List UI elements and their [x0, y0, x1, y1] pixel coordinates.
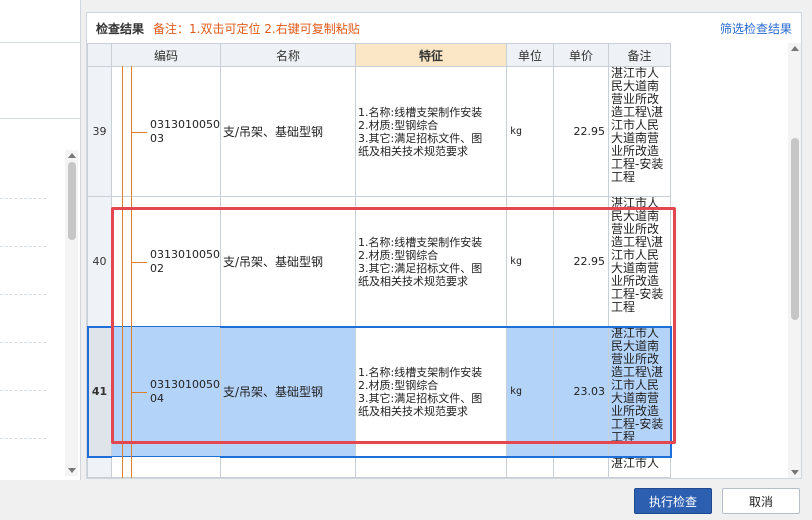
- name-cell[interactable]: 支/吊架、基础型钢: [220, 326, 356, 457]
- remark-cell[interactable]: 湛江市人民大道南营业所改造工程\湛江市人民大道南营业所改造工程-安装工程: [608, 326, 671, 457]
- feature-line: 2.材质:型钢综合: [358, 248, 439, 262]
- divider: [0, 342, 46, 344]
- tree-line: [131, 456, 132, 478]
- filter-results-link[interactable]: 筛选检查结果: [720, 20, 792, 37]
- feature-cell[interactable]: 1.名称:线槽支架制作安装 2.材质:型钢综合 3.其它:满足招标文件、图 纸及…: [355, 196, 507, 327]
- column-header-rownum: [87, 43, 112, 67]
- execute-check-button[interactable]: 执行检查: [634, 488, 712, 514]
- left-panel-header: [0, 0, 80, 43]
- column-header-name[interactable]: 名称: [220, 43, 356, 67]
- divider: [0, 246, 46, 248]
- feature-cell[interactable]: [355, 456, 507, 478]
- feature-line: 纸及相关技术规范要求: [358, 404, 468, 418]
- code-text: 0313010050 04: [150, 378, 220, 406]
- table-row[interactable]: 39 0313010050 03 支/吊架、基础型钢 1.名称:线槽支架制作安装: [87, 66, 671, 197]
- divider: [0, 438, 46, 440]
- tree-line: [122, 326, 123, 457]
- feature-line: 3.其它:满足招标文件、图: [358, 391, 483, 405]
- scrollbar-thumb[interactable]: [68, 162, 76, 240]
- column-header-remark[interactable]: 备注: [608, 43, 671, 67]
- panel-title: 检查结果: [96, 22, 145, 36]
- remark-cell[interactable]: 湛江市人民大道南营业所改造工程\湛江市人民大道南营业所改造工程-安装工程: [608, 66, 671, 197]
- results-grid: 编码 名称 特征 单位 单价 备注 39 0313010050 03 支/吊架、…: [87, 43, 787, 478]
- scrollbar-thumb[interactable]: [791, 138, 799, 320]
- unit-cell[interactable]: kg: [506, 196, 554, 327]
- table-row[interactable]: 湛江市人: [87, 456, 671, 478]
- results-table: 编码 名称 特征 单位 单价 备注 39 0313010050 03 支/吊架、…: [87, 43, 672, 478]
- feature-line: 纸及相关技术规范要求: [358, 274, 468, 288]
- column-header-price[interactable]: 单价: [553, 43, 609, 67]
- feature-line: 3.其它:满足招标文件、图: [358, 261, 483, 275]
- check-results-panel: 检查结果 备注：1.双击可定位 2.右键可复制粘贴 筛选检查结果 编码 名称 特…: [86, 12, 802, 479]
- divider: [0, 198, 46, 200]
- results-title-bar: 检查结果 备注：1.双击可定位 2.右键可复制粘贴 筛选检查结果: [87, 13, 801, 41]
- left-panel: [0, 0, 81, 480]
- code-text: 0313010050 02: [150, 248, 220, 276]
- feature-line: 3.其它:满足招标文件、图: [358, 131, 483, 145]
- code-cell[interactable]: 0313010050 04: [111, 326, 221, 457]
- tree-line: [122, 456, 123, 478]
- divider: [0, 118, 80, 119]
- scroll-up-arrow-icon[interactable]: [68, 153, 76, 158]
- code-cell[interactable]: 0313010050 02: [111, 196, 221, 327]
- row-number: 39: [87, 66, 112, 197]
- code-line-2: 04: [150, 391, 164, 405]
- price-cell[interactable]: 22.95: [553, 66, 609, 197]
- feature-line: 1.名称:线槽支架制作安装: [358, 235, 483, 249]
- code-line-2: 03: [150, 131, 164, 145]
- column-header-feature[interactable]: 特征: [355, 43, 507, 67]
- remark-text: 湛江市人民大道南营业所改造工程\湛江市人民大道南营业所改造工程-安装工程: [611, 327, 664, 444]
- unit-cell[interactable]: kg: [506, 326, 554, 457]
- cancel-button[interactable]: 取消: [722, 488, 800, 514]
- scroll-down-arrow-icon[interactable]: [791, 470, 799, 475]
- feature-line: 1.名称:线槽支架制作安装: [358, 105, 483, 119]
- panel-note: 备注：1.双击可定位 2.右键可复制粘贴: [153, 22, 360, 36]
- code-line-2: 02: [150, 261, 164, 275]
- tree-line: [122, 66, 123, 197]
- remark-cell[interactable]: 湛江市人: [608, 456, 671, 478]
- remark-text: 湛江市人民大道南营业所改造工程\湛江市人民大道南营业所改造工程-安装工程: [611, 67, 664, 184]
- price-cell[interactable]: [553, 456, 609, 478]
- table-row[interactable]: 40 0313010050 02 支/吊架、基础型钢 1.名称:线槽支架制作安装: [87, 196, 671, 327]
- code-cell[interactable]: 0313010050 03: [111, 66, 221, 197]
- row-number: [87, 456, 112, 478]
- scroll-down-arrow-icon[interactable]: [68, 468, 76, 473]
- column-header-unit[interactable]: 单位: [506, 43, 554, 67]
- unit-cell[interactable]: kg: [506, 66, 554, 197]
- column-header-code[interactable]: 编码: [111, 43, 221, 67]
- table-header-row: 编码 名称 特征 单位 单价 备注: [87, 43, 671, 67]
- scroll-up-arrow-icon[interactable]: [791, 46, 799, 51]
- price-cell[interactable]: 22.95: [553, 196, 609, 327]
- name-cell[interactable]: [220, 456, 356, 478]
- code-text: 0313010050 03: [150, 118, 220, 146]
- feature-cell[interactable]: 1.名称:线槽支架制作安装 2.材质:型钢综合 3.其它:满足招标文件、图 纸及…: [355, 66, 507, 197]
- row-number: 41: [87, 326, 112, 457]
- table-row-selected[interactable]: 41 0313010050 04 支/吊架、基础型钢 1.名称:线槽支架制作安装: [87, 325, 672, 458]
- name-cell[interactable]: 支/吊架、基础型钢: [220, 196, 356, 327]
- results-scrollbar[interactable]: [788, 43, 801, 478]
- divider: [0, 294, 46, 296]
- unit-cell[interactable]: [506, 456, 554, 478]
- feature-cell[interactable]: 1.名称:线槽支架制作安装 2.材质:型钢综合 3.其它:满足招标文件、图 纸及…: [355, 326, 507, 457]
- tree-branch: [131, 391, 147, 393]
- feature-line: 2.材质:型钢综合: [358, 378, 439, 392]
- tree-branch: [131, 131, 147, 133]
- price-cell[interactable]: 23.03: [553, 326, 609, 457]
- row-number: 40: [87, 196, 112, 327]
- code-cell[interactable]: [111, 456, 221, 478]
- remark-text: 湛江市人民大道南营业所改造工程\湛江市人民大道南营业所改造工程-安装工程: [611, 197, 664, 314]
- code-line-1: 0313010050: [150, 247, 220, 261]
- feature-line: 纸及相关技术规范要求: [358, 144, 468, 158]
- code-line-1: 0313010050: [150, 377, 220, 391]
- divider: [0, 390, 46, 392]
- feature-line: 1.名称:线槽支架制作安装: [358, 365, 483, 379]
- tree-branch: [131, 261, 147, 263]
- code-line-1: 0313010050: [150, 117, 220, 131]
- name-cell[interactable]: 支/吊架、基础型钢: [220, 66, 356, 197]
- left-scrollbar[interactable]: [65, 150, 78, 476]
- remark-cell[interactable]: 湛江市人民大道南营业所改造工程\湛江市人民大道南营业所改造工程-安装工程: [608, 196, 671, 327]
- tree-line: [122, 196, 123, 327]
- feature-line: 2.材质:型钢综合: [358, 118, 439, 132]
